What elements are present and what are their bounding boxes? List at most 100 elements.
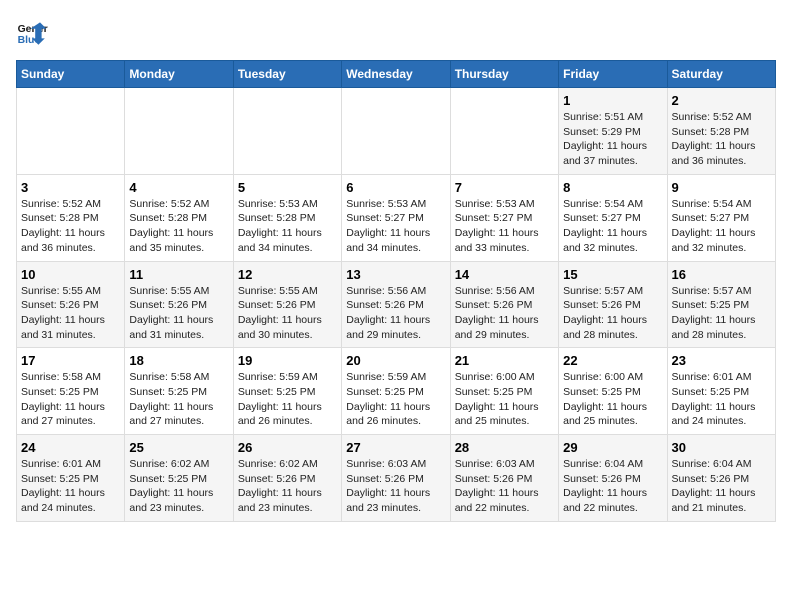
daylight-label: Daylight: — [346, 401, 390, 413]
sunrise-label: Sunrise: — [455, 198, 496, 210]
calendar-cell: 7 Sunrise: 5:53 AM Sunset: 5:27 PM Dayli… — [450, 174, 558, 261]
day-number: 17 — [21, 353, 120, 368]
calendar-cell: 27 Sunrise: 6:03 AM Sunset: 5:26 PM Dayl… — [342, 435, 450, 522]
sunset-value: 5:27 PM — [602, 212, 641, 224]
logo-icon: General Blue — [16, 16, 48, 48]
daylight-label: Daylight: — [672, 227, 716, 239]
sunset-value: 5:25 PM — [710, 299, 749, 311]
day-info: Sunrise: 5:53 AM Sunset: 5:27 PM Dayligh… — [346, 197, 445, 256]
day-number: 28 — [455, 440, 554, 455]
sunset-label: Sunset: — [21, 212, 60, 224]
daylight-minutes: and 34 minutes. — [346, 242, 421, 254]
weekday-header-friday: Friday — [559, 61, 667, 88]
daylight-hours: 11 hours — [607, 487, 647, 499]
sunset-label: Sunset: — [238, 299, 277, 311]
daylight-hours: 11 hours — [607, 314, 647, 326]
weekday-header-monday: Monday — [125, 61, 233, 88]
sunrise-value: 5:57 AM — [605, 285, 644, 297]
day-number: 7 — [455, 180, 554, 195]
daylight-hours: 11 hours — [607, 227, 647, 239]
sunrise-label: Sunrise: — [129, 285, 170, 297]
daylight-label: Daylight: — [238, 314, 282, 326]
sunset-label: Sunset: — [455, 473, 494, 485]
day-number: 4 — [129, 180, 228, 195]
daylight-minutes: and 36 minutes. — [21, 242, 96, 254]
calendar-cell — [17, 88, 125, 175]
calendar-table: SundayMondayTuesdayWednesdayThursdayFrid… — [16, 60, 776, 522]
daylight-minutes: and 26 minutes. — [238, 415, 313, 427]
sunrise-label: Sunrise: — [672, 111, 713, 123]
sunset-label: Sunset: — [129, 299, 168, 311]
daylight-label: Daylight: — [563, 314, 607, 326]
sunrise-label: Sunrise: — [238, 198, 279, 210]
sunrise-value: 5:58 AM — [62, 371, 101, 383]
daylight-minutes: and 24 minutes. — [21, 502, 96, 514]
logo: General Blue — [16, 16, 52, 48]
calendar-cell: 4 Sunrise: 5:52 AM Sunset: 5:28 PM Dayli… — [125, 174, 233, 261]
sunset-value: 5:25 PM — [168, 473, 207, 485]
daylight-minutes: and 29 minutes. — [455, 329, 530, 341]
daylight-label: Daylight: — [563, 401, 607, 413]
week-row-4: 24 Sunrise: 6:01 AM Sunset: 5:25 PM Dayl… — [17, 435, 776, 522]
day-number: 20 — [346, 353, 445, 368]
calendar-cell: 6 Sunrise: 5:53 AM Sunset: 5:27 PM Dayli… — [342, 174, 450, 261]
daylight-hours: 11 hours — [173, 401, 213, 413]
sunset-value: 5:25 PM — [602, 386, 641, 398]
sunrise-label: Sunrise: — [238, 458, 279, 470]
calendar-cell: 10 Sunrise: 5:55 AM Sunset: 5:26 PM Dayl… — [17, 261, 125, 348]
page-header: General Blue — [16, 16, 776, 48]
daylight-minutes: and 30 minutes. — [238, 329, 313, 341]
day-number: 5 — [238, 180, 337, 195]
day-info: Sunrise: 5:55 AM Sunset: 5:26 PM Dayligh… — [21, 284, 120, 343]
daylight-hours: 11 hours — [715, 487, 755, 499]
daylight-minutes: and 37 minutes. — [563, 155, 638, 167]
sunrise-label: Sunrise: — [563, 458, 604, 470]
daylight-minutes: and 25 minutes. — [455, 415, 530, 427]
sunrise-label: Sunrise: — [238, 371, 279, 383]
calendar-cell: 25 Sunrise: 6:02 AM Sunset: 5:25 PM Dayl… — [125, 435, 233, 522]
sunset-label: Sunset: — [238, 386, 277, 398]
sunrise-label: Sunrise: — [563, 111, 604, 123]
day-info: Sunrise: 5:53 AM Sunset: 5:28 PM Dayligh… — [238, 197, 337, 256]
daylight-label: Daylight: — [455, 227, 499, 239]
daylight-hours: 11 hours — [390, 487, 430, 499]
day-info: Sunrise: 6:01 AM Sunset: 5:25 PM Dayligh… — [672, 370, 771, 429]
day-info: Sunrise: 6:04 AM Sunset: 5:26 PM Dayligh… — [672, 457, 771, 516]
week-row-1: 3 Sunrise: 5:52 AM Sunset: 5:28 PM Dayli… — [17, 174, 776, 261]
week-row-3: 17 Sunrise: 5:58 AM Sunset: 5:25 PM Dayl… — [17, 348, 776, 435]
calendar-cell: 20 Sunrise: 5:59 AM Sunset: 5:25 PM Dayl… — [342, 348, 450, 435]
day-number: 26 — [238, 440, 337, 455]
sunset-value: 5:25 PM — [60, 473, 99, 485]
daylight-minutes: and 23 minutes. — [346, 502, 421, 514]
sunset-label: Sunset: — [238, 473, 277, 485]
sunrise-value: 5:52 AM — [62, 198, 101, 210]
sunrise-label: Sunrise: — [21, 285, 62, 297]
daylight-hours: 11 hours — [715, 314, 755, 326]
day-number: 14 — [455, 267, 554, 282]
daylight-minutes: and 22 minutes. — [455, 502, 530, 514]
daylight-hours: 11 hours — [715, 227, 755, 239]
day-info: Sunrise: 6:00 AM Sunset: 5:25 PM Dayligh… — [563, 370, 662, 429]
day-number: 29 — [563, 440, 662, 455]
calendar-cell: 14 Sunrise: 5:56 AM Sunset: 5:26 PM Dayl… — [450, 261, 558, 348]
calendar-cell: 24 Sunrise: 6:01 AM Sunset: 5:25 PM Dayl… — [17, 435, 125, 522]
day-number: 15 — [563, 267, 662, 282]
day-number: 12 — [238, 267, 337, 282]
day-info: Sunrise: 6:03 AM Sunset: 5:26 PM Dayligh… — [455, 457, 554, 516]
sunrise-value: 5:59 AM — [388, 371, 427, 383]
sunrise-value: 6:01 AM — [62, 458, 101, 470]
sunset-label: Sunset: — [672, 299, 711, 311]
sunset-value: 5:28 PM — [276, 212, 315, 224]
sunset-value: 5:28 PM — [710, 126, 749, 138]
day-number: 19 — [238, 353, 337, 368]
day-number: 11 — [129, 267, 228, 282]
daylight-label: Daylight: — [455, 314, 499, 326]
sunset-label: Sunset: — [563, 473, 602, 485]
calendar-cell: 17 Sunrise: 5:58 AM Sunset: 5:25 PM Dayl… — [17, 348, 125, 435]
daylight-minutes: and 29 minutes. — [346, 329, 421, 341]
daylight-label: Daylight: — [238, 487, 282, 499]
day-number: 27 — [346, 440, 445, 455]
svg-text:General: General — [18, 24, 48, 35]
day-info: Sunrise: 5:56 AM Sunset: 5:26 PM Dayligh… — [346, 284, 445, 343]
sunset-label: Sunset: — [672, 386, 711, 398]
